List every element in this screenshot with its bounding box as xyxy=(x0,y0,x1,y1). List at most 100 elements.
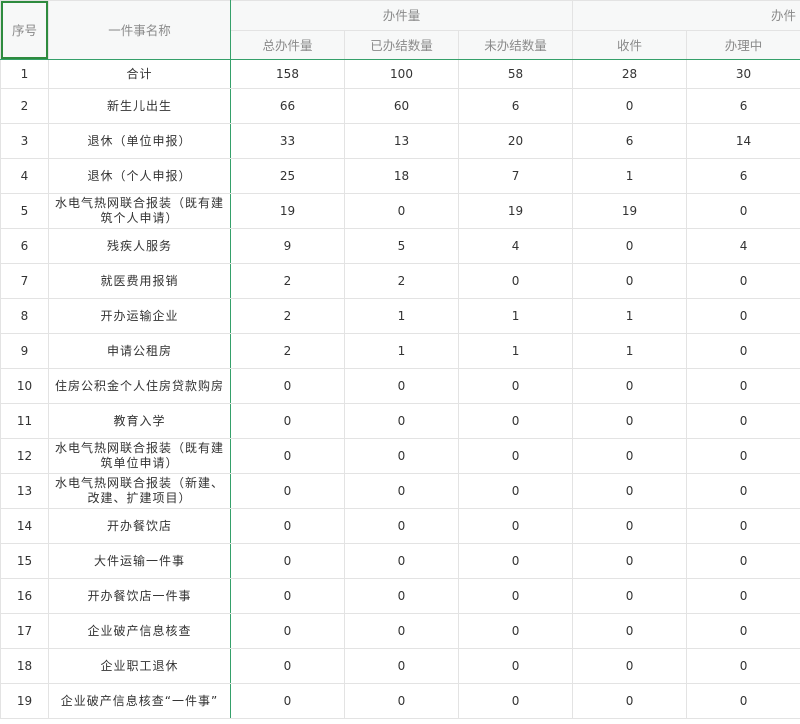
row-total-cell[interactable]: 2 xyxy=(230,333,345,369)
row-name-cell[interactable]: 企业破产信息核查“一件事” xyxy=(48,683,231,719)
row-name-cell[interactable]: 新生儿出生 xyxy=(48,88,231,124)
row-seq-cell[interactable]: 12 xyxy=(0,438,49,474)
row-processing-cell[interactable]: 0 xyxy=(686,543,800,579)
row-total-cell[interactable]: 0 xyxy=(230,473,345,509)
row-uncompleted-cell[interactable]: 0 xyxy=(457,438,574,474)
header-group-volume-2[interactable]: 办件 xyxy=(572,0,800,31)
row-processing-cell[interactable]: 0 xyxy=(686,403,800,439)
row-processing-cell[interactable]: 0 xyxy=(686,333,800,369)
row-completed-cell[interactable]: 0 xyxy=(344,648,459,684)
row-uncompleted-cell[interactable]: 7 xyxy=(457,158,574,194)
row-total-cell[interactable]: 0 xyxy=(230,648,345,684)
row-processing-cell[interactable]: 0 xyxy=(686,368,800,404)
row-uncompleted-cell[interactable]: 0 xyxy=(457,403,574,439)
row-received-cell[interactable]: 6 xyxy=(572,123,688,159)
row-received-cell[interactable]: 0 xyxy=(572,368,688,404)
row-uncompleted-cell[interactable]: 58 xyxy=(457,59,574,89)
row-completed-cell[interactable]: 1 xyxy=(344,333,459,369)
row-seq-cell[interactable]: 8 xyxy=(0,298,49,334)
row-completed-cell[interactable]: 5 xyxy=(344,228,459,264)
header-processing[interactable]: 办理中 xyxy=(686,30,800,60)
row-received-cell[interactable]: 0 xyxy=(572,543,688,579)
row-name-cell[interactable]: 申请公租房 xyxy=(48,333,231,369)
header-total-volume[interactable]: 总办件量 xyxy=(230,30,345,60)
row-uncompleted-cell[interactable]: 0 xyxy=(457,648,574,684)
row-completed-cell[interactable]: 0 xyxy=(344,543,459,579)
header-completed[interactable]: 已办结数量 xyxy=(344,30,459,60)
row-uncompleted-cell[interactable]: 0 xyxy=(457,508,574,544)
row-total-cell[interactable]: 2 xyxy=(230,298,345,334)
header-name-cell[interactable]: 一件事名称 xyxy=(48,0,231,60)
row-completed-cell[interactable]: 13 xyxy=(344,123,459,159)
row-processing-cell[interactable]: 4 xyxy=(686,228,800,264)
row-received-cell[interactable]: 0 xyxy=(572,403,688,439)
row-name-cell[interactable]: 退休（个人申报） xyxy=(48,158,231,194)
row-total-cell[interactable]: 0 xyxy=(230,578,345,614)
row-processing-cell[interactable]: 0 xyxy=(686,438,800,474)
row-name-cell[interactable]: 企业破产信息核查 xyxy=(48,613,231,649)
row-uncompleted-cell[interactable]: 0 xyxy=(457,263,574,299)
row-uncompleted-cell[interactable]: 0 xyxy=(457,578,574,614)
row-name-cell[interactable]: 水电气热网联合报装（既有建筑单位申请） xyxy=(48,438,231,474)
row-name-cell[interactable]: 残疾人服务 xyxy=(48,228,231,264)
row-completed-cell[interactable]: 100 xyxy=(344,59,459,89)
row-total-cell[interactable]: 0 xyxy=(230,368,345,404)
row-uncompleted-cell[interactable]: 6 xyxy=(457,88,574,124)
row-total-cell[interactable]: 0 xyxy=(230,543,345,579)
row-received-cell[interactable]: 0 xyxy=(572,263,688,299)
row-seq-cell[interactable]: 15 xyxy=(0,543,49,579)
row-name-cell[interactable]: 就医费用报销 xyxy=(48,263,231,299)
row-seq-cell[interactable]: 17 xyxy=(0,613,49,649)
row-processing-cell[interactable]: 0 xyxy=(686,613,800,649)
row-processing-cell[interactable]: 6 xyxy=(686,158,800,194)
row-seq-cell[interactable]: 16 xyxy=(0,578,49,614)
row-uncompleted-cell[interactable]: 0 xyxy=(457,473,574,509)
row-total-cell[interactable]: 158 xyxy=(230,59,345,89)
row-completed-cell[interactable]: 0 xyxy=(344,368,459,404)
row-completed-cell[interactable]: 60 xyxy=(344,88,459,124)
row-uncompleted-cell[interactable]: 1 xyxy=(457,333,574,369)
row-processing-cell[interactable]: 6 xyxy=(686,88,800,124)
row-total-cell[interactable]: 2 xyxy=(230,263,345,299)
row-name-cell[interactable]: 水电气热网联合报装（既有建筑个人申请） xyxy=(48,193,231,229)
row-uncompleted-cell[interactable]: 4 xyxy=(457,228,574,264)
row-uncompleted-cell[interactable]: 0 xyxy=(457,613,574,649)
row-received-cell[interactable]: 0 xyxy=(572,228,688,264)
row-processing-cell[interactable]: 14 xyxy=(686,123,800,159)
row-seq-cell[interactable]: 3 xyxy=(0,123,49,159)
row-received-cell[interactable]: 0 xyxy=(572,578,688,614)
header-received[interactable]: 收件 xyxy=(572,30,688,60)
header-uncompleted[interactable]: 未办结数量 xyxy=(457,30,574,60)
row-received-cell[interactable]: 19 xyxy=(572,193,688,229)
row-uncompleted-cell[interactable]: 0 xyxy=(457,683,574,719)
row-uncompleted-cell[interactable]: 20 xyxy=(457,123,574,159)
row-total-cell[interactable]: 19 xyxy=(230,193,345,229)
row-completed-cell[interactable]: 0 xyxy=(344,193,459,229)
row-completed-cell[interactable]: 1 xyxy=(344,298,459,334)
row-total-cell[interactable]: 0 xyxy=(230,683,345,719)
header-seq-cell[interactable]: 序号 xyxy=(0,0,49,60)
row-received-cell[interactable]: 0 xyxy=(572,473,688,509)
row-completed-cell[interactable]: 0 xyxy=(344,473,459,509)
row-processing-cell[interactable]: 0 xyxy=(686,298,800,334)
row-total-cell[interactable]: 0 xyxy=(230,508,345,544)
row-completed-cell[interactable]: 18 xyxy=(344,158,459,194)
row-name-cell[interactable]: 企业职工退休 xyxy=(48,648,231,684)
row-seq-cell[interactable]: 19 xyxy=(0,683,49,719)
row-processing-cell[interactable]: 0 xyxy=(686,648,800,684)
row-seq-cell[interactable]: 18 xyxy=(0,648,49,684)
row-name-cell[interactable]: 大件运输一件事 xyxy=(48,543,231,579)
row-received-cell[interactable]: 0 xyxy=(572,438,688,474)
row-completed-cell[interactable]: 0 xyxy=(344,403,459,439)
row-seq-cell[interactable]: 1 xyxy=(0,59,49,89)
row-processing-cell[interactable]: 0 xyxy=(686,473,800,509)
row-total-cell[interactable]: 25 xyxy=(230,158,345,194)
header-group-volume[interactable]: 办件量 xyxy=(229,0,574,31)
row-total-cell[interactable]: 66 xyxy=(230,88,345,124)
row-completed-cell[interactable]: 0 xyxy=(344,438,459,474)
row-processing-cell[interactable]: 0 xyxy=(686,263,800,299)
row-processing-cell[interactable]: 0 xyxy=(686,508,800,544)
row-seq-cell[interactable]: 4 xyxy=(0,158,49,194)
row-seq-cell[interactable]: 9 xyxy=(0,333,49,369)
row-total-cell[interactable]: 9 xyxy=(230,228,345,264)
